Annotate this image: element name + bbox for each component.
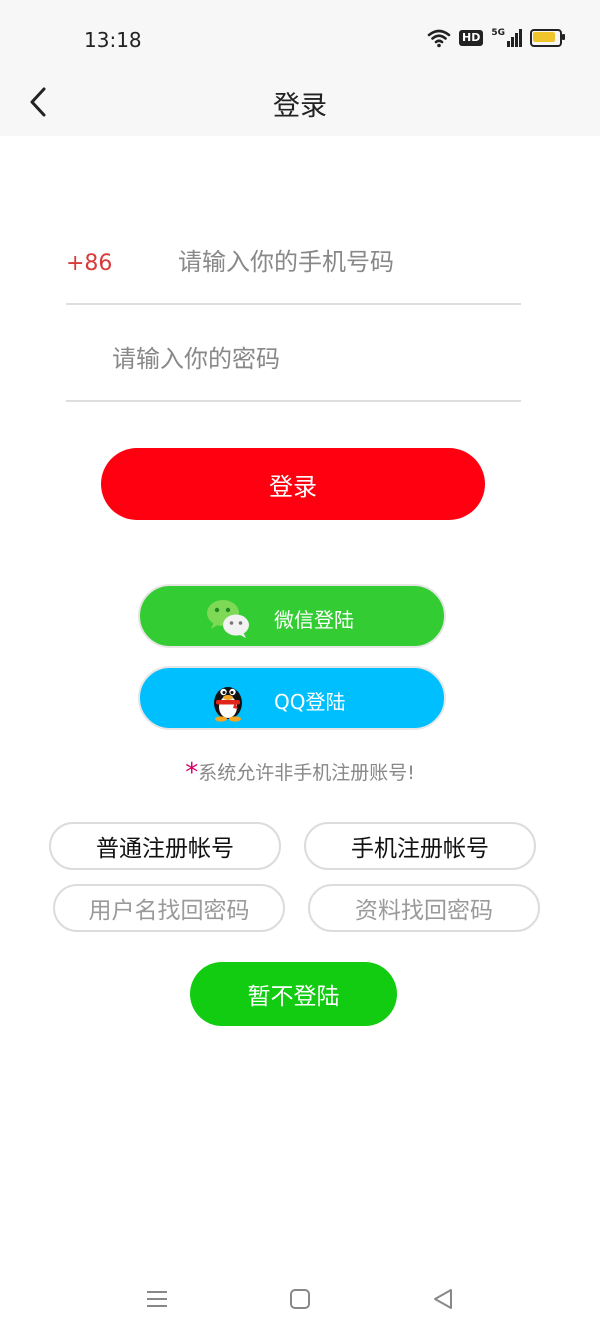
hd-icon: HD: [459, 30, 484, 46]
menu-icon: [147, 1291, 167, 1307]
app-header: 登录: [0, 70, 600, 136]
network-label: 5G: [491, 28, 505, 38]
nav-menu-button[interactable]: [137, 1281, 177, 1317]
phone-field: +86: [66, 233, 521, 305]
qq-login-label: QQ登陆: [274, 690, 346, 714]
register-phone-button[interactable]: 手机注册帐号: [304, 822, 536, 870]
nav-home-button[interactable]: [280, 1281, 320, 1317]
login-button[interactable]: 登录: [101, 448, 485, 520]
wifi-icon: [427, 29, 451, 48]
page-title: 登录: [273, 91, 327, 122]
password-field: [66, 330, 521, 402]
recover-profile-button[interactable]: 资料找回密码: [308, 884, 540, 932]
qq-penguin-icon: [214, 687, 242, 722]
nav-back-button[interactable]: [423, 1281, 463, 1317]
phone-input[interactable]: [176, 247, 520, 277]
wechat-icon: [207, 600, 249, 638]
required-star: *: [185, 758, 199, 788]
wechat-login-button[interactable]: 微信登陆: [138, 584, 446, 648]
register-normal-button[interactable]: 普通注册帐号: [49, 822, 281, 870]
note-text: 系统允许非手机注册账号!: [198, 762, 415, 784]
wechat-login-label: 微信登陆: [274, 608, 354, 632]
skip-login-button[interactable]: 暂不登陆: [190, 962, 397, 1026]
status-icons: HD 5G: [427, 28, 565, 48]
recover-username-button[interactable]: 用户名找回密码: [53, 884, 285, 932]
password-input[interactable]: [110, 344, 514, 374]
status-bar: 13:18 HD 5G: [0, 0, 600, 70]
battery-fill: [533, 32, 555, 42]
country-code[interactable]: +86: [66, 251, 112, 276]
home-square-icon: [290, 1289, 310, 1309]
register-note: *系统允许非手机注册账号!: [0, 758, 600, 788]
back-triangle-icon: [434, 1289, 452, 1309]
battery-icon: [530, 29, 565, 47]
status-time: 13:18: [84, 28, 142, 52]
qq-login-button[interactable]: QQ登陆: [138, 666, 446, 730]
system-nav-bar: [0, 1265, 600, 1333]
signal-5g-icon: 5G: [491, 29, 522, 47]
